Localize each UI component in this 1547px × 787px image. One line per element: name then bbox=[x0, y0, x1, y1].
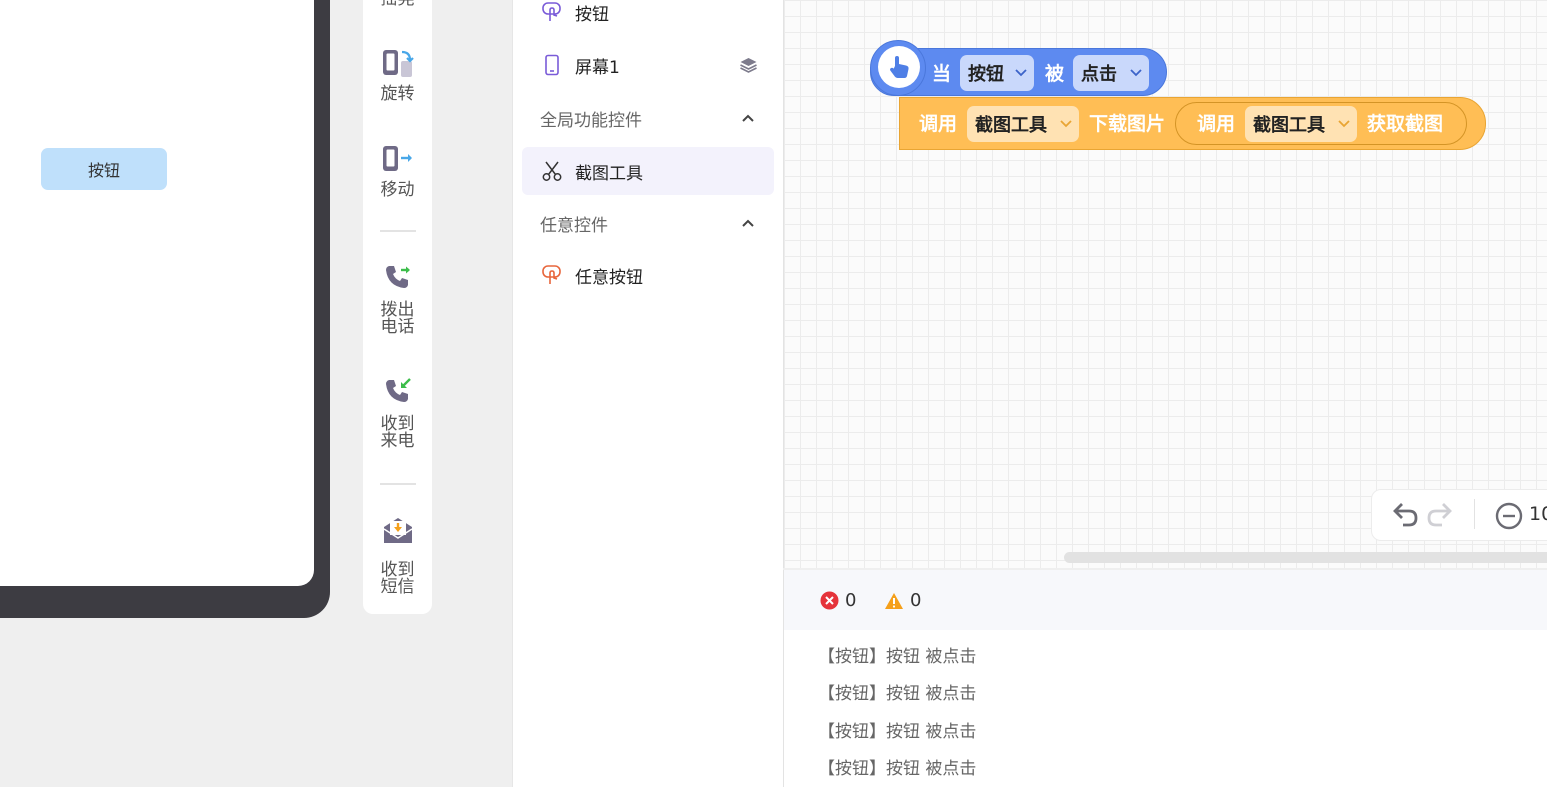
event-toolbox: 摇晃 旋转 移动 拨出电话 bbox=[363, 0, 432, 614]
chevron-down-icon bbox=[1130, 69, 1142, 77]
tool-label: 移动 bbox=[380, 180, 415, 200]
hand-pointer-icon bbox=[878, 46, 920, 88]
tree-item-screenshot-tool[interactable]: 截图工具 bbox=[522, 147, 774, 195]
event-type-dropdown[interactable]: 点击 bbox=[1073, 55, 1149, 91]
chevron-down-icon bbox=[1338, 120, 1350, 128]
controls-divider bbox=[1474, 499, 1475, 529]
tree-item-label: 按钮 bbox=[575, 4, 609, 25]
error-icon bbox=[820, 591, 839, 610]
block-keyword-when: 当 bbox=[932, 63, 952, 85]
tree-item-any-button[interactable]: 任意按钮 bbox=[522, 251, 774, 299]
tool-rotate[interactable]: 旋转 bbox=[363, 47, 432, 103]
section-any-controls[interactable]: 任意控件 bbox=[513, 203, 775, 243]
tree-item-label: 截图工具 bbox=[575, 163, 643, 184]
tool-move[interactable]: 移动 bbox=[363, 143, 432, 199]
log-entry: 【按钮】按钮 被点击 bbox=[818, 722, 977, 742]
log-entry: 【按钮】按钮 被点击 bbox=[818, 647, 977, 667]
undo-icon[interactable] bbox=[1391, 501, 1419, 531]
tool-incoming-call[interactable]: 收到来电 bbox=[363, 376, 432, 450]
tool-label: 收到来电 bbox=[380, 414, 415, 451]
warning-icon bbox=[885, 592, 903, 609]
move-icon bbox=[382, 146, 412, 171]
block-method-name: 获取截图 bbox=[1367, 113, 1444, 135]
tool-label: 拨出电话 bbox=[380, 300, 415, 337]
component-tree: 按钮 屏幕1 全局功能控件 截图工具 任意控件 任意按钮 bbox=[512, 0, 783, 787]
tree-item-label: 任意按钮 bbox=[575, 267, 643, 288]
workspace-horizontal-scrollbar[interactable] bbox=[1064, 552, 1547, 563]
tool-label: 旋转 bbox=[380, 84, 415, 104]
phone-icon bbox=[541, 54, 563, 76]
dropdown-value: 点击 bbox=[1081, 64, 1117, 85]
touch-icon bbox=[541, 1, 563, 23]
tool-outgoing-call[interactable]: 拨出电话 bbox=[363, 262, 432, 336]
tree-item-screen[interactable]: 屏幕1 bbox=[522, 41, 774, 89]
chevron-down-icon bbox=[1060, 120, 1072, 128]
tree-item-label: 屏幕1 bbox=[575, 57, 620, 78]
redo-icon[interactable] bbox=[1426, 501, 1454, 531]
block-method-name: 下载图片 bbox=[1089, 113, 1166, 135]
zoom-out-icon[interactable] bbox=[1495, 502, 1523, 534]
chevron-down-icon bbox=[1015, 69, 1027, 77]
tool-sms-received[interactable]: 收到短信 bbox=[363, 515, 432, 596]
zoom-level: 10 bbox=[1529, 503, 1547, 525]
chevron-up-icon bbox=[741, 215, 755, 234]
layers-icon[interactable] bbox=[739, 56, 758, 78]
log-console: 0 0 【按钮】按钮 被点击 【按钮】按钮 被点击 【按钮】按钮 被点击 【按钮… bbox=[783, 570, 1547, 787]
tool-label: 收到短信 bbox=[380, 560, 415, 597]
preview-button[interactable]: 按钮 bbox=[41, 148, 167, 190]
error-count: 0 bbox=[845, 590, 857, 611]
tree-item-button[interactable]: 按钮 bbox=[522, 0, 774, 36]
console-header: 0 0 bbox=[784, 570, 1547, 630]
touch-icon bbox=[541, 264, 563, 286]
warning-counter[interactable]: 0 bbox=[884, 590, 921, 611]
chevron-up-icon bbox=[741, 110, 755, 129]
outgoing-call-icon bbox=[385, 266, 410, 288]
block-keyword-is: 被 bbox=[1045, 63, 1065, 85]
tool-shake[interactable]: 摇晃 bbox=[363, 0, 432, 8]
warning-count: 0 bbox=[910, 590, 922, 611]
event-component-dropdown[interactable]: 按钮 bbox=[960, 55, 1034, 91]
rotate-icon bbox=[382, 50, 414, 77]
block-keyword-call: 调用 bbox=[919, 113, 958, 135]
section-label: 任意控件 bbox=[540, 215, 608, 236]
call-component-dropdown[interactable]: 截图工具 bbox=[967, 106, 1079, 142]
dropdown-value: 截图工具 bbox=[975, 115, 1047, 136]
error-counter[interactable]: 0 bbox=[820, 590, 856, 611]
block-keyword-call: 调用 bbox=[1197, 113, 1236, 135]
dropdown-value: 按钮 bbox=[968, 64, 1004, 85]
incoming-call-icon bbox=[385, 378, 411, 402]
dropdown-value: 截图工具 bbox=[1253, 115, 1325, 136]
toolbox-divider bbox=[380, 230, 416, 232]
section-global-controls[interactable]: 全局功能控件 bbox=[513, 98, 775, 138]
tool-label: 摇晃 bbox=[378, 0, 418, 8]
log-entry: 【按钮】按钮 被点击 bbox=[818, 759, 977, 779]
toolbox-divider bbox=[380, 483, 416, 485]
getter-component-dropdown[interactable]: 截图工具 bbox=[1245, 106, 1357, 142]
section-label: 全局功能控件 bbox=[540, 110, 642, 131]
phone-screen bbox=[0, 0, 314, 586]
sms-received-icon bbox=[383, 518, 412, 543]
scissors-icon bbox=[541, 160, 563, 182]
log-entry: 【按钮】按钮 被点击 bbox=[818, 684, 977, 704]
